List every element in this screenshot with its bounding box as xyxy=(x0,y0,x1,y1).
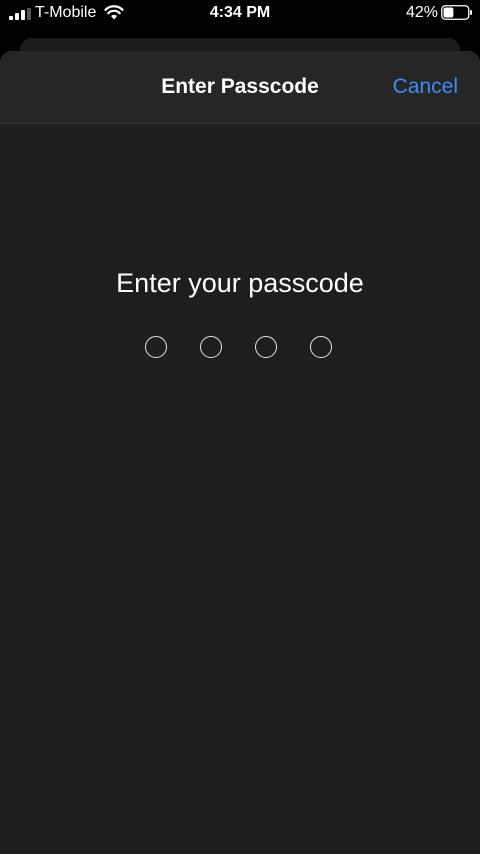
passcode-dot xyxy=(310,336,332,358)
battery-percentage: 42% xyxy=(405,4,438,21)
battery-icon xyxy=(441,5,472,20)
navigation-bar: Enter Passcode Cancel xyxy=(0,51,480,124)
passcode-sheet: Enter Passcode Cancel Enter your passcod… xyxy=(0,51,480,854)
passcode-dots[interactable] xyxy=(144,336,336,362)
passcode-dot xyxy=(200,336,222,358)
passcode-prompt: Enter your passcode xyxy=(116,268,364,298)
cancel-button[interactable]: Cancel xyxy=(393,75,458,99)
status-bar: T-Mobile 4:34 PM 42% xyxy=(0,0,480,28)
passcode-dot xyxy=(145,336,167,358)
passcode-dot xyxy=(255,336,277,358)
